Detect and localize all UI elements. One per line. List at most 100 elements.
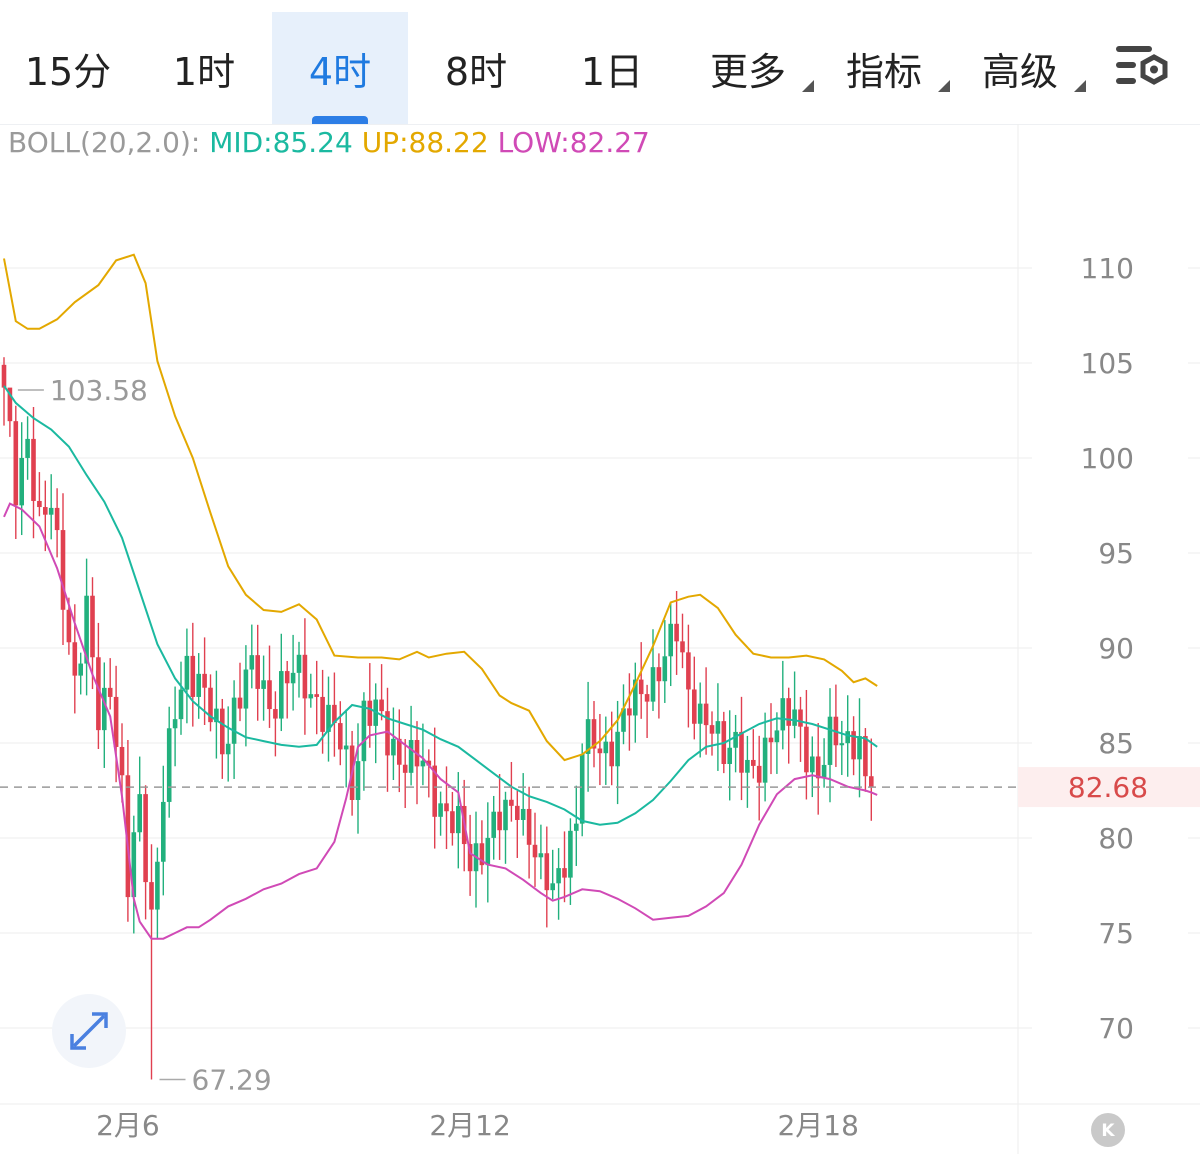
dropdown-label: 高级 (981, 49, 1058, 94)
dropdown-corner-icon (802, 80, 814, 92)
y-tick-label: 85 (1098, 727, 1134, 760)
y-tick-label: 90 (1098, 632, 1134, 665)
y-tick-label: 100 (1081, 442, 1134, 475)
candle-down (644, 694, 650, 702)
active-tab-indicator (312, 116, 368, 124)
candle-down (768, 737, 774, 743)
candle-down (692, 689, 697, 724)
candle-up (485, 837, 491, 866)
y-tick-label: 80 (1098, 822, 1134, 855)
candle-down (597, 748, 603, 754)
candle-down (798, 709, 803, 727)
candle-down (674, 623, 679, 642)
candle-up (343, 745, 349, 750)
candle-down (402, 764, 408, 773)
candle-down (609, 741, 614, 767)
candle-down (149, 882, 154, 910)
candle-up (650, 667, 656, 702)
candle-up (574, 823, 579, 831)
candle-up (308, 694, 314, 699)
tab-label: 15分 (24, 49, 112, 94)
tab-15min[interactable]: 15分 (0, 12, 136, 124)
tab-1hour[interactable]: 1时 (136, 12, 272, 124)
candle-up (161, 801, 166, 862)
candle-down (497, 811, 502, 831)
candle-down (31, 438, 36, 501)
candle-up (697, 703, 703, 724)
candle-down (220, 708, 225, 755)
candle-up (25, 438, 30, 458)
expand-chart-button[interactable] (52, 994, 126, 1068)
candle-down (338, 723, 343, 750)
candle-up (196, 673, 201, 697)
candle-down (709, 725, 715, 734)
candle-up (810, 756, 815, 773)
x-tick-label: 2月18 (777, 1109, 858, 1142)
candle-up (762, 737, 768, 783)
candle-down (562, 868, 567, 878)
y-tick-label: 110 (1081, 252, 1134, 285)
tab-8hour[interactable]: 8时 (408, 12, 544, 124)
candle-up (821, 764, 827, 779)
advanced-dropdown[interactable]: 高级 (952, 12, 1088, 124)
tab-4hour[interactable]: 4时 (272, 12, 408, 124)
candle-down (90, 595, 95, 658)
candle-up (456, 805, 461, 834)
candle-down (60, 530, 66, 610)
candle-up (261, 680, 266, 689)
tab-label: 8时 (444, 49, 508, 94)
candle-up (538, 853, 544, 858)
tab-1day[interactable]: 1日 (544, 12, 680, 124)
candle-down (703, 703, 709, 726)
candle-up (774, 730, 780, 743)
candle-down (656, 667, 662, 682)
k-line-switch-button[interactable]: K (1091, 1113, 1125, 1147)
candle-up (249, 655, 255, 670)
y-tick-label: 70 (1098, 1012, 1134, 1045)
candle-up (845, 731, 850, 744)
candle-down (680, 641, 685, 653)
candle-down (804, 726, 809, 773)
candle-up (172, 719, 178, 729)
candle-down (107, 687, 113, 697)
candle-up (361, 700, 367, 762)
candle-down (515, 805, 520, 820)
candle-down (450, 811, 455, 834)
tab-label: 1日 (580, 49, 644, 94)
candle-up (839, 743, 845, 746)
candlestick-chart[interactable]: 110 105 100 95 90 85 80 75 70 2月6 2月12 2月18 103.58 67… (0, 124, 1200, 1154)
chart-settings-button[interactable] (1110, 40, 1174, 96)
last-price-label: 82.68 (1068, 771, 1148, 804)
candle-down (756, 765, 762, 783)
candle-up (491, 811, 496, 838)
candle-down (119, 746, 125, 776)
candle-down (751, 759, 756, 766)
boll-upper-line (3, 253, 878, 762)
candle-up (184, 655, 190, 690)
candle-down (43, 507, 48, 515)
candle-down (202, 673, 207, 688)
candle-up (137, 794, 142, 833)
candle-down (190, 655, 196, 697)
candle-up (178, 689, 184, 720)
x-tick-label: 2月12 (429, 1109, 510, 1142)
candle-up (568, 830, 573, 878)
candle-down (237, 697, 243, 709)
candle-up (408, 740, 414, 773)
candle-down (532, 844, 538, 858)
candle-up (296, 654, 302, 673)
more-dropdown[interactable]: 更多 (680, 12, 816, 124)
candle-up (391, 738, 396, 756)
candle-up (792, 709, 797, 726)
y-tick-label: 105 (1081, 347, 1134, 380)
candle-up (603, 741, 609, 754)
candle-up (78, 663, 83, 676)
timeframe-toolbar: 15分 1时 4时 8时 1日 更多 指标 高级 (0, 0, 1200, 125)
candle-down (869, 776, 874, 788)
extreme-value-label: 103.58 (50, 374, 148, 407)
candle-up (579, 753, 585, 824)
candle-down (627, 708, 632, 716)
indicator-dropdown[interactable]: 指标 (816, 12, 952, 124)
candle-up (857, 736, 862, 760)
candle-up (550, 883, 555, 891)
